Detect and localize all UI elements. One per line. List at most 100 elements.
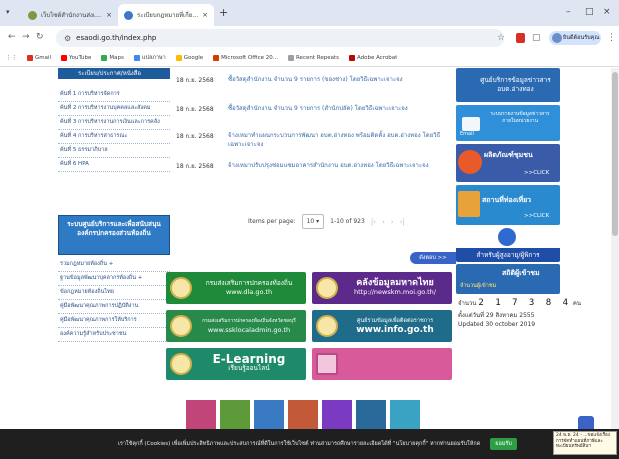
sidebar-category-list: ค้นที่ 1 การบริหารจัดการ ค้นที่ 2 การบริ… [58,88,170,172]
elder-box[interactable]: สำหรับผู้สูงอายุ/ผู้พิการ [456,228,560,262]
tourism-box[interactable]: สถานที่ท่องเที่ยว >>CLICK [456,185,560,225]
elearning-banner[interactable]: E-Learning เรียนรู้ออนไลน์ [166,348,306,380]
email-box[interactable]: Email ระบบรายงานข้อมูลข่าวสารภายในหน่วยง… [456,105,560,141]
minimize-button[interactable]: – [566,7,571,17]
banner-title: กรมส่งเสริมการปกครองท้องถิ่นจังหวัดชลบุร… [202,318,296,324]
forward-arrow-icon[interactable]: → [22,32,30,42]
bookmark-star-icon[interactable]: ☆ [497,33,505,43]
row-date: 18 ก.ย. 2568 [176,163,214,170]
bookmark-maps[interactable]: Maps [101,55,124,61]
sidebar-link[interactable]: คู่มือพัฒนาคุณภาพการปฏิบัติงาน [58,300,170,314]
reload-icon[interactable]: ↻ [36,32,44,42]
sidebar-link[interactable]: คู่มือพัฒนาคุณภาพการให้บริการ [58,314,170,328]
promo-image-icon [316,353,338,375]
cookie-consent-bar: เราใช้คุกกี้ (Cookies) เพื่อเพิ่มประสิทธ… [0,429,619,459]
counter-value: 2 1 7 3 8 4 [478,298,571,308]
tile-link[interactable] [254,400,284,429]
new-tab-button[interactable]: + [219,6,228,19]
bookmark-gmail[interactable]: Gmail [27,55,51,61]
prev-page-icon[interactable]: ‹ [382,218,385,226]
envelope-icon [462,117,480,131]
sidebar-item[interactable]: ค้นที่ 3 การบริหารงานการเงินและการคลัง [58,116,170,130]
office-icon [213,55,220,61]
row-link[interactable]: ซื้อวัสดุสำนักงาน จำนวน 9 รายการ (สำนักป… [228,104,450,113]
sidebar-item[interactable]: ค้นที่ 5 ธรรมาภิบาล [58,144,170,158]
close-tab-icon[interactable]: × [106,11,112,19]
last-page-icon[interactable]: ›| [400,218,405,226]
sidebar-link[interactable]: ข้อกฎหมายท้องถิ่นไทย [58,286,170,300]
sidebar-link[interactable]: ฐานข้อมูลพัฒนาบุคลากรท้องถิ่น + [58,272,170,286]
sskl-seal-icon [170,315,192,337]
menu-kebab-icon[interactable]: ⋮ [607,33,616,43]
banner-title: E-Learning [212,352,286,366]
items-per-page-select[interactable]: 10 ▾ [301,214,325,229]
pdf-extension-icon[interactable] [516,33,525,43]
maximize-button[interactable]: □ [585,7,594,17]
person-icon [498,228,516,246]
bookmark-translate[interactable]: แปลภาษา [133,54,166,62]
moi-banner[interactable]: คลังข้อมูลมหาดไทย http://newskm.moi.go.th… [312,272,452,304]
left-sidebar: ระเบียบ/ประกาศ/หนังสือ ค้นที่ 1 การบริหา… [58,68,170,429]
google-icon [175,55,182,61]
banner-url: www.dla.go.th [225,288,273,296]
info-center-box[interactable]: ศูนย์บริการข้อมูลข่าวสาร อบต.อ่างทอง [456,68,560,102]
info-banner[interactable]: ศูนย์รวมข้อมูลเพื่อติดต่อราชการ www.info.… [312,310,452,342]
close-window-button[interactable]: × [603,7,611,17]
row-link[interactable]: ซื้อวัสดุสำนักงาน จำนวน 9 รายการ (ของช่า… [228,75,450,84]
apps-grid-icon[interactable]: ⋮⋮ [6,55,17,61]
row-link[interactable]: จ้างเหมาทำแผนกระบวนการพัฒนา อบต.อ่างทอง … [228,131,450,149]
dla-banner[interactable]: กรมส่งเสริมการปกครองท้องถิ่น www.dla.go.t… [166,272,306,304]
bookmark-office[interactable]: Microsoft Office 20... [213,55,278,61]
sidebar-link[interactable]: องค์ความรู้สำหรับประชาชน [58,328,170,342]
tab-1[interactable]: เว็บไซต์สำนักงานส่งเสริมการปก × [22,4,118,26]
maps-icon [101,55,108,61]
profile-label: ยินดีต้อนรับคุณ [563,35,600,41]
sidebar-item[interactable]: ค้นที่ 2 การบริหารงานบุคคลและสังคม [58,102,170,116]
read-more-button[interactable]: ดังตอบ >> [410,252,456,264]
tab-search-icon[interactable]: ▾ [6,8,10,16]
promo-banner[interactable] [312,348,452,380]
gmail-icon [27,55,33,61]
visitor-counter: จำนวน 2 1 7 3 8 4 คน ตั้งแต่วันที่ 29 สิ… [456,294,581,329]
close-tab-icon[interactable]: × [202,11,208,19]
right-column: ศูนย์บริการข้อมูลข่าวสาร อบต.อ่างทอง Ema… [456,68,581,429]
address-bar[interactable]: ⚙ esaodi.go.th/index.php [56,29,504,47]
extensions-icon[interactable]: ▢ [532,33,541,43]
tile-link[interactable] [186,400,216,429]
next-page-icon[interactable]: › [391,218,394,226]
tile-link[interactable] [356,400,386,429]
sticky-note: 24 พ.ย. 24 - ...ขอแจ้งเรื่องการจัดทำแผนท… [553,431,617,455]
page-scrollbar[interactable] [611,68,619,429]
sidebar-item[interactable]: ค้นที่ 1 การบริหารจัดการ [58,88,170,102]
bookmark-youtube[interactable]: YouTube [61,55,91,61]
tile-link[interactable] [288,400,318,429]
banner-title: กรมส่งเสริมการปกครองท้องถิ่น [205,279,293,287]
first-page-icon[interactable]: |‹ [371,218,376,226]
tile-link[interactable] [220,400,250,429]
bookmark-acrobat[interactable]: Adobe Acrobat [348,55,397,61]
banner-sub: เรียนรู้ออนไลน์ [228,364,270,372]
row-date: 18 ก.ย. 2568 [176,106,214,113]
sskl-banner[interactable]: กรมส่งเสริมการปกครองท้องถิ่นจังหวัดชลบุร… [166,310,306,342]
bookmark-google[interactable]: Google [175,55,203,61]
chat-widget-icon[interactable] [578,416,594,429]
tab-2-active[interactable]: ระเบียบกฎหมายที่เกี่ยวข้องกับสำนัก × [118,4,214,26]
sidebar-link[interactable]: รวมกฎหมายท้องถิ่น + [58,258,170,272]
support-center-banner[interactable]: ระบบศูนย์บริการและเพื่อสนับสนุนองค์กรปกค… [58,215,170,255]
bookmark-recent[interactable]: Recent Repeats [287,55,339,61]
sidebar-item[interactable]: ค้นที่ 6 HPA [58,158,170,172]
youtube-icon [61,55,68,61]
accept-cookies-button[interactable]: ยอมรับ [490,438,517,450]
site-info-icon[interactable]: ⚙ [64,34,71,43]
tile-link[interactable] [390,400,420,429]
profile-button[interactable]: ยินดีต้อนรับคุณ [549,31,601,45]
back-arrow-icon[interactable]: ← [8,32,16,42]
otop-box[interactable]: ผลิตภัณฑ์ชุมชน >>CLICK [456,144,560,182]
scrollbar-thumb[interactable] [612,72,618,236]
tourism-click: >>CLICK [524,213,550,219]
row-link[interactable]: จ้างเหมาปรับปรุงซ่อมแซมอาคารสำนักงาน อบต… [228,161,450,170]
sidebar-item[interactable]: ค้นที่ 4 การบริหารสาธารณะ [58,130,170,144]
tile-link[interactable] [322,400,352,429]
web-page: ระเบียบ/ประกาศ/หนังสือ ค้นที่ 1 การบริหา… [0,68,619,429]
avatar [552,33,562,43]
